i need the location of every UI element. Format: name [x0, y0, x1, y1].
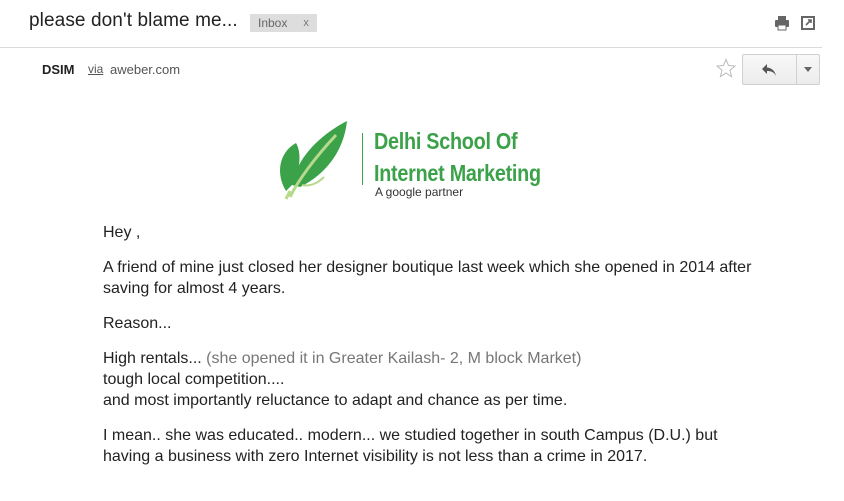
body-paragraph-1: A friend of mine just closed her designe… [103, 259, 752, 297]
logo-line-2: Internet Marketing [374, 160, 541, 186]
logo-divider [362, 133, 363, 185]
dsim-logo: Delhi School Of Internet Marketing A goo… [272, 115, 582, 205]
header-divider [0, 47, 822, 48]
sender-name[interactable]: DSIM [42, 62, 75, 77]
greeting: Hey , [103, 224, 141, 241]
logo-line-1: Delhi School Of [374, 128, 518, 154]
via-link[interactable]: via [88, 62, 103, 76]
reply-button[interactable] [743, 55, 795, 84]
chevron-down-icon [804, 67, 812, 72]
email-subject: please don't blame me... [29, 10, 238, 31]
body-paragraph-3: High rentals... (she opened it in Greate… [103, 348, 753, 411]
leaf-icon [280, 121, 347, 200]
remove-label-button[interactable]: x [303, 17, 309, 29]
reply-arrow-icon [762, 63, 776, 76]
subject-bar: please don't blame me... Inbox x [0, 0, 844, 46]
star-icon[interactable] [716, 58, 736, 78]
reason-competition: tough local competition.... [103, 371, 285, 388]
inbox-label-chip[interactable]: Inbox x [250, 14, 317, 32]
logo-tagline: A google partner [375, 185, 464, 199]
reason-rentals-note: (she opened it in Greater Kailash- 2, M … [206, 350, 582, 367]
email-body: Hey , A friend of mine just closed her d… [103, 222, 753, 481]
reply-button-group [742, 54, 820, 85]
new-window-icon[interactable] [800, 15, 816, 31]
sender-domain: aweber.com [110, 62, 181, 77]
more-actions-button[interactable] [797, 55, 819, 84]
reason-reluctance: and most importantly reluctance to adapt… [103, 392, 568, 409]
body-paragraph-2: Reason... [103, 315, 172, 332]
reason-rentals: High rentals... [103, 350, 202, 367]
printer-icon[interactable] [774, 15, 790, 31]
body-paragraph-4: I mean.. she was educated.. modern... we… [103, 427, 718, 465]
label-name: Inbox [258, 16, 288, 30]
